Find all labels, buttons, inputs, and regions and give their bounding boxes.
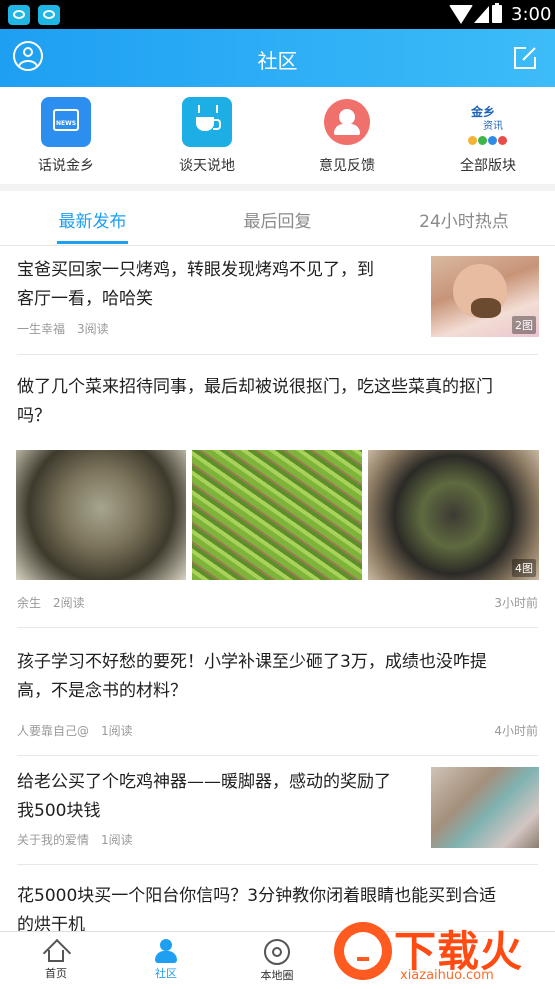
nav-home[interactable]: 首页 bbox=[16, 939, 96, 981]
post-meta: 人要靠自己@ 1阅读 bbox=[17, 724, 133, 738]
quick-link-label: 全部版块 bbox=[460, 158, 516, 174]
post-meta: 余生 2阅读 bbox=[17, 596, 85, 610]
list-item[interactable]: 宝爸买回家一只烤鸡，转眼发现烤鸡不见了，到 客厅一看，哈哈笑 一生幸福 3阅读 2图 bbox=[0, 246, 555, 354]
list-item[interactable]: 做了几个菜来招待同事，最后却被说很抠门，吃这些菜真的抠门 吗？ 4图 余生 2阅读 … bbox=[0, 355, 555, 627]
community-icon bbox=[153, 939, 179, 963]
image-count-badge: 2图 bbox=[512, 316, 536, 334]
image-count-badge: 4图 bbox=[512, 559, 536, 577]
app-header: 社区 bbox=[0, 29, 555, 87]
post-title: 孩子学习不好愁的要死！小学补课至少砸了3万，成绩也没咋提 高，不是念书的材料？ bbox=[17, 652, 487, 701]
post-image-garlic-sprouts[interactable] bbox=[192, 450, 362, 580]
post-thumbnail[interactable] bbox=[431, 767, 539, 848]
quick-link-label: 话说金乡 bbox=[38, 158, 94, 174]
post-title: 做了几个菜来招待同事，最后却被说很抠门，吃这些菜真的抠门 吗？ bbox=[17, 377, 493, 426]
quick-link-huashuo-jinxiang[interactable]: 话说金乡 bbox=[16, 97, 116, 175]
tab-latest[interactable]: 最新发布 bbox=[57, 207, 128, 232]
quick-link-label: 谈天说地 bbox=[179, 158, 235, 174]
battery-icon bbox=[492, 3, 502, 23]
wifi-icon bbox=[449, 5, 473, 24]
tab-24h-hot[interactable]: 24小时热点 bbox=[414, 207, 514, 232]
post-image-eggs[interactable]: 4图 bbox=[368, 450, 539, 580]
news-tv-icon bbox=[41, 97, 91, 147]
app-notification-icon bbox=[8, 5, 30, 25]
quick-link-tantian-shuodi[interactable]: 谈天说地 bbox=[157, 97, 257, 175]
post-title: 给老公买了个吃鸡神器——暖脚器，感动的奖励了 我500块钱 bbox=[17, 772, 391, 821]
nav-community[interactable]: 社区 bbox=[126, 939, 206, 981]
tea-cup-icon bbox=[182, 97, 232, 147]
tab-last-reply[interactable]: 最后回复 bbox=[240, 207, 315, 232]
home-icon bbox=[43, 939, 69, 963]
post-thumbnail[interactable]: 2图 bbox=[431, 256, 539, 337]
post-title: 宝爸买回家一只烤鸡，转眼发现烤鸡不见了，到 客厅一看，哈哈笑 bbox=[17, 260, 374, 309]
status-time: 3:00 bbox=[511, 4, 552, 25]
nav-label: 首页 bbox=[45, 967, 67, 980]
quick-link-label: 意见反馈 bbox=[319, 158, 375, 174]
jinxiang-news-logo: 金乡 资讯 bbox=[463, 97, 513, 147]
app-notification-icon bbox=[38, 5, 60, 25]
post-image-fish[interactable] bbox=[16, 450, 186, 580]
post-feed[interactable]: 宝爸买回家一只烤鸡，转眼发现烤鸡不见了，到 客厅一看，哈哈笑 一生幸福 3阅读 2图… bbox=[0, 246, 555, 931]
list-item[interactable]: 给老公买了个吃鸡神器——暖脚器，感动的奖励了 我500块钱 关于我的爱情 1阅读 bbox=[0, 756, 555, 864]
local-circle-icon bbox=[264, 939, 290, 965]
post-meta: 关于我的爱情 1阅读 bbox=[17, 833, 133, 847]
feed-tabs: 最新发布 最后回复 24小时热点 bbox=[0, 191, 555, 246]
active-tab-indicator bbox=[57, 241, 128, 244]
compose-icon[interactable] bbox=[512, 45, 538, 71]
watermark-logo: 下载火 xiazaihuo.com bbox=[328, 908, 555, 988]
post-time: 4小时前 bbox=[494, 724, 538, 738]
nav-label: 本地圈 bbox=[260, 969, 294, 982]
post-meta: 一生幸福 3阅读 bbox=[17, 322, 109, 336]
nav-label: 社区 bbox=[155, 967, 177, 980]
post-time: 3小时前 bbox=[494, 596, 538, 610]
feedback-icon bbox=[324, 99, 370, 145]
download-arrow-icon bbox=[357, 941, 369, 961]
page-title: 社区 bbox=[257, 49, 298, 73]
quick-link-feedback[interactable]: 意见反馈 bbox=[297, 97, 397, 175]
list-item[interactable]: 孩子学习不好愁的要死！小学补课至少砸了3万，成绩也没咋提 高，不是念书的材料？ 人… bbox=[0, 628, 555, 755]
nav-local-circle[interactable]: 本地圈 bbox=[237, 939, 317, 983]
quick-links: 话说金乡 谈天说地 意见反馈 金乡 资讯 全部版块 bbox=[0, 87, 555, 184]
quick-link-all-sections[interactable]: 金乡 资讯 全部版块 bbox=[438, 97, 538, 175]
status-bar: 3:00 bbox=[0, 0, 555, 29]
signal-icon bbox=[474, 6, 489, 23]
watermark-domain: xiazaihuo.com bbox=[400, 968, 494, 983]
